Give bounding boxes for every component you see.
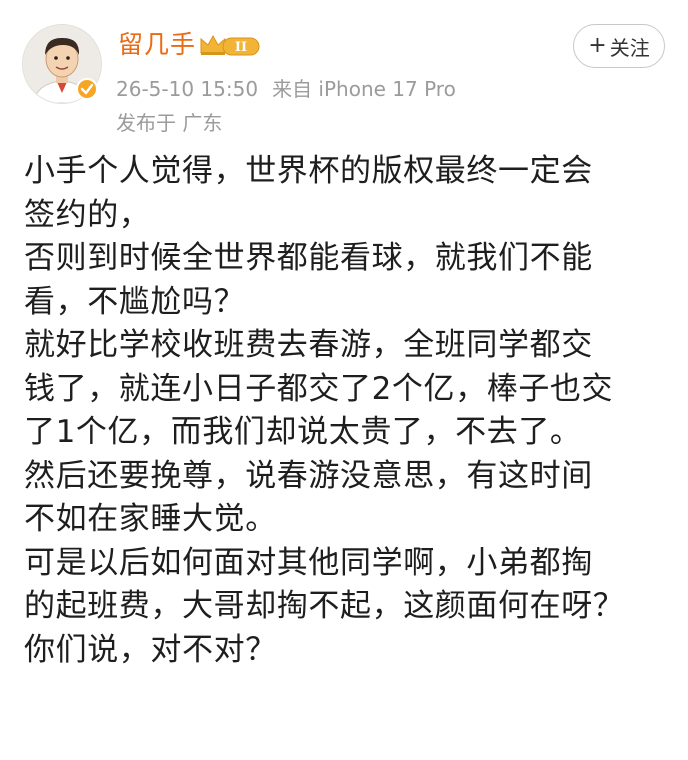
post-line: 小手个人觉得，世界杯的版权最终一定会 [24, 153, 593, 189]
post-line: 钱了，就连小日子都交了2个亿，棒子也交 [24, 370, 614, 407]
follow-button[interactable]: + 关注 [573, 24, 665, 68]
post-source: 来自 iPhone 17 Pro [272, 77, 456, 101]
post-line: 否则到时候全世界都能看球，就我们不能 [24, 240, 593, 276]
post-text: 小手个人觉得，世界杯的版权最终一定会 签约的， 否则到时候全世界都能看球，就我们… [24, 150, 664, 672]
level-crown-badge[interactable]: II [199, 33, 261, 57]
post-line: 了1个亿，而我们却说太贵了，不去了。 [24, 414, 582, 450]
post-location: 发布于 广东 [116, 111, 223, 135]
post-line: 然后还要挽尊，说春游没意思，有这时间 [24, 457, 593, 494]
post-line: 不如在家睡大觉。 [24, 501, 277, 537]
post-line: 签约的， [24, 196, 151, 233]
vip-verified-icon [76, 78, 98, 100]
post-line: 的起班费，大哥却掏不起，这颜面何在呀？ [24, 588, 625, 624]
level-badge-text: II [235, 40, 247, 55]
post-line: 就好比学校收班费去春游，全班同学都交 [24, 327, 593, 363]
plus-icon: + [588, 33, 607, 58]
post-meta: 26-5-10 15:50 来自 iPhone 17 Pro [116, 76, 456, 102]
follow-button-label: 关注 [609, 35, 650, 60]
username[interactable]: 留几手 [118, 30, 196, 60]
post-line: 可是以后如何面对其他同学啊，小弟都掏 [24, 544, 593, 581]
post-line: 你们说，对不对？ [24, 631, 277, 668]
post-datetime: 26-5-10 15:50 [116, 77, 259, 101]
post-header: 留几手 II 26-5-10 15:50 来自 iPhone 17 Pro 发布于… [0, 0, 688, 140]
post-line: 看，不尴尬吗？ [24, 283, 246, 320]
